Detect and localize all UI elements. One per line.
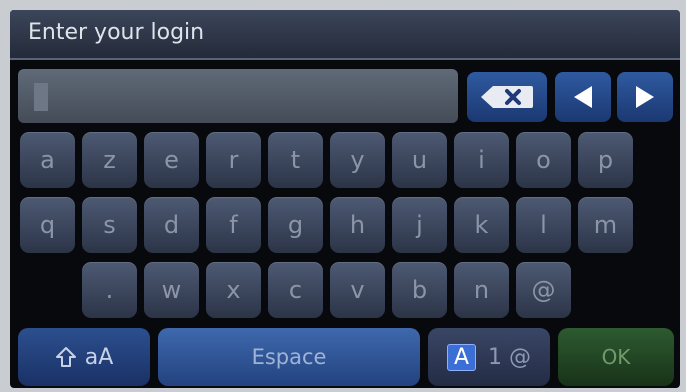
key-e[interactable]: e [144,132,199,188]
key-x[interactable]: x [206,262,261,318]
input-mode-button[interactable]: A 1 @ [428,328,550,386]
key-b[interactable]: b [392,262,447,318]
key-z[interactable]: z [82,132,137,188]
backspace-icon [481,86,533,108]
key-u[interactable]: u [392,132,447,188]
key-a[interactable]: a [20,132,75,188]
key-at[interactable]: @ [516,262,571,318]
key-o[interactable]: o [516,132,571,188]
space-label: Espace [251,345,327,369]
cursor-left-button[interactable] [555,72,611,122]
key-g[interactable]: g [268,197,323,253]
key-q[interactable]: q [20,197,75,253]
ok-label: OK [601,345,631,369]
text-cursor [34,83,48,111]
mode-other-label: 1 @ [488,344,532,370]
key-s[interactable]: s [82,197,137,253]
page-title: Enter your login [28,20,205,45]
key-y[interactable]: y [330,132,385,188]
cursor-right-button[interactable] [617,72,673,122]
shift-button[interactable]: aA [18,328,150,386]
key-k[interactable]: k [454,197,509,253]
key-n[interactable]: n [454,262,509,318]
key-v[interactable]: v [330,262,385,318]
key-p[interactable]: p [578,132,633,188]
ok-button[interactable]: OK [558,328,674,386]
space-button[interactable]: Espace [158,328,420,386]
key-t[interactable]: t [268,132,323,188]
key-d[interactable]: d [144,197,199,253]
printer-screen: Enter your login a z e r t y u i o p q s… [10,10,680,388]
left-arrow-icon [574,86,592,108]
key-w[interactable]: w [144,262,199,318]
key-m[interactable]: m [578,197,633,253]
shift-icon [55,347,76,367]
right-arrow-icon [636,86,654,108]
key-i[interactable]: i [454,132,509,188]
backspace-button[interactable] [467,72,547,122]
key-h[interactable]: h [330,197,385,253]
key-f[interactable]: f [206,197,261,253]
key-l[interactable]: l [516,197,571,253]
key-c[interactable]: c [268,262,323,318]
key-j[interactable]: j [392,197,447,253]
key-r[interactable]: r [206,132,261,188]
title-bar: Enter your login [10,10,680,60]
login-input[interactable] [18,69,458,123]
shift-label: aA [84,344,114,370]
mode-alpha-indicator: A [446,343,477,371]
key-period[interactable]: . [82,262,137,318]
